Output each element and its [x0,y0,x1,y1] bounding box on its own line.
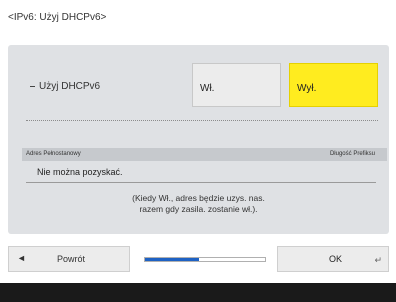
back-button[interactable]: ◄ Powrót [8,246,130,272]
info-divider [26,182,376,183]
enter-icon: ↵ [374,255,382,265]
note-line-1: (Kiedy Wł., adres będzie uzys. nas. [132,193,265,203]
progress-bar [144,257,266,262]
bottom-bar: ◄ Powrót OK ↵ [8,246,389,272]
screen-title: <IPv6: Użyj DHCPv6> [8,12,107,23]
ok-button[interactable]: OK ↵ [277,246,389,272]
info-table-header: Adres Pełnostanowy Długość Prefiksu [22,148,387,161]
note-line-2: razem gdy zasila. zostanie wł.). [139,204,258,214]
option-off-button[interactable]: Wył. [289,63,378,107]
setting-row-dhcpv6: Użyj DHCPv6 Wł. Wył. [8,45,389,145]
status-bar [0,283,396,302]
back-arrow-icon: ◄ [17,253,26,263]
setting-label-text: Użyj DHCPv6 [39,81,101,92]
option-on-button[interactable]: Wł. [192,63,281,107]
info-note: (Kiedy Wł., adres będzie uzys. nas. raze… [8,193,389,215]
info-value: Nie można pozyskać. [37,167,123,177]
ok-button-label: OK [329,254,343,264]
back-button-label: Powrót [57,254,86,264]
header-prefix-length: Długość Prefiksu [329,151,375,157]
settings-panel: Użyj DHCPv6 Wł. Wył. Adres Pełnostanowy … [8,45,389,234]
dotted-divider [26,120,378,121]
header-address: Adres Pełnostanowy [26,151,81,157]
bullet-icon [30,86,35,87]
progress-fill [145,258,199,261]
setting-label: Użyj DHCPv6 [30,81,100,92]
